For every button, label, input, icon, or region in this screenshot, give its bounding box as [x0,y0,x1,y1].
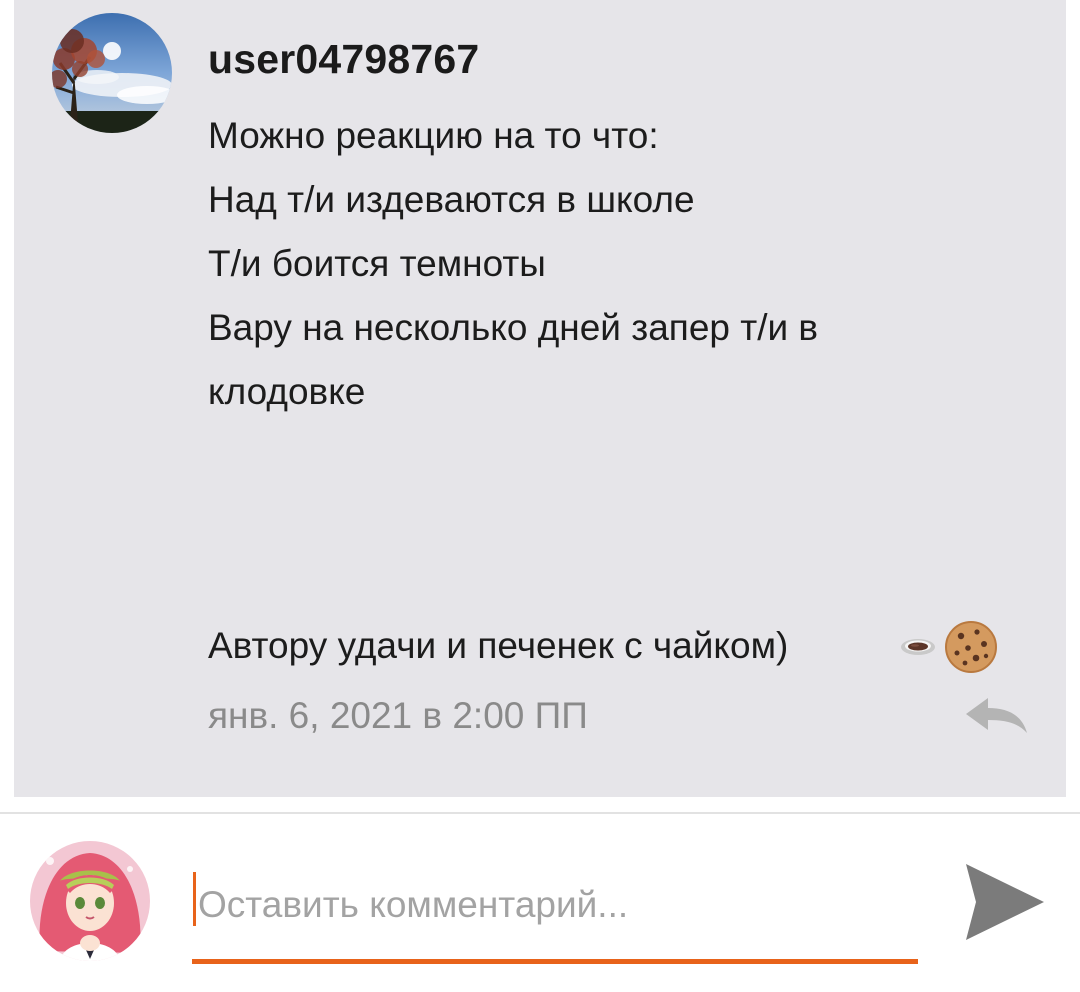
comment-author-name[interactable]: user04798767 [208,36,479,83]
avatar-tree-sky-image [52,13,172,133]
cookie-emoji [945,621,997,673]
comment-input-underline [192,959,918,964]
comment-line: Можно реакцию на то что: [208,115,659,156]
comment-author-avatar[interactable] [52,13,172,133]
comment-line: клодовке [208,371,366,412]
tea-cup-emoji [901,639,935,655]
reply-icon[interactable] [964,697,1028,737]
comments-screen: user04798767 Можно реакцию на то что: На… [0,0,1080,992]
text-caret [193,872,196,926]
comment-timestamp: янв. 6, 2021 в 2:00 ПП [208,695,588,736]
comment-line: Над т/и издеваются в школе [208,179,695,220]
comment-line: Т/и боится темноты [208,243,546,284]
comment-composer [0,814,1080,992]
comment-input[interactable] [192,860,918,950]
comment-text: Можно реакцию на то что: Над т/и издеваю… [208,104,1008,424]
comment-closing-line: Автору удачи и печенек с чайком) [208,625,789,666]
comment-line: Вару на несколько дней запер т/и в [208,307,819,348]
avatar-anime-girl-image [30,841,150,961]
send-button[interactable] [960,862,1048,942]
comment-card: user04798767 Можно реакцию на то что: На… [14,0,1066,797]
current-user-avatar[interactable] [30,841,150,961]
send-icon [966,864,1044,940]
